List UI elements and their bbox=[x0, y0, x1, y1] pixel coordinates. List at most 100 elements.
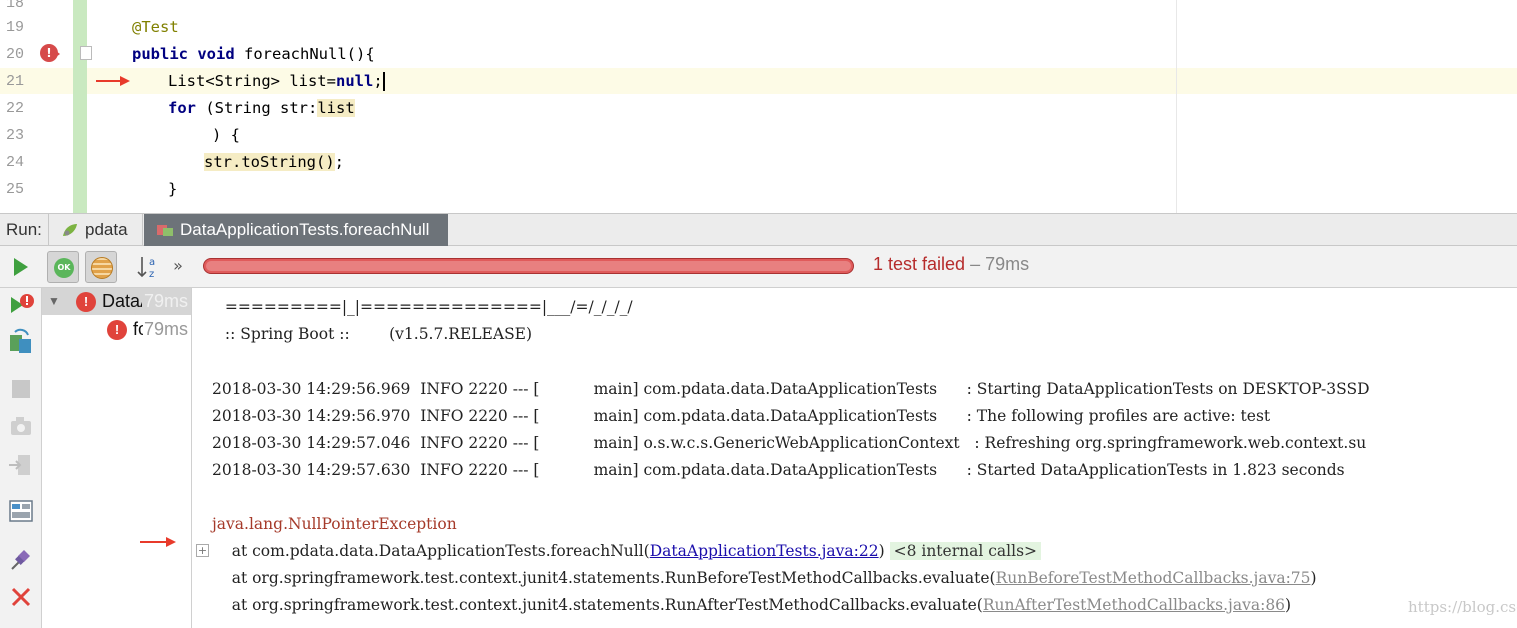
keyword: for bbox=[168, 99, 196, 117]
test-progress-bar bbox=[203, 258, 854, 274]
tree-item-test-class[interactable]: ▼ ! DataApplicationTests 79ms bbox=[42, 288, 191, 315]
line-number: 23 bbox=[6, 127, 25, 144]
line-number: 25 bbox=[6, 181, 25, 198]
tree-item-time: 79ms bbox=[144, 319, 189, 339]
sort-alphabetically-button[interactable]: a z bbox=[134, 251, 166, 283]
red-pointer-arrow-icon bbox=[96, 76, 130, 86]
semicolon: ; bbox=[373, 72, 383, 90]
source-link[interactable]: RunBeforeTestMethodCallbacks.java:75 bbox=[996, 569, 1311, 587]
source-link[interactable]: RunAfterTestMethodCallbacks.java:86 bbox=[983, 596, 1285, 614]
source-link[interactable]: DataApplicationTests.java:22 bbox=[650, 542, 879, 560]
console-banner: =========|_|==============|___/=/_/_/_/ bbox=[220, 298, 633, 316]
test-results-tree: ▼ ! DataApplicationTests 79ms ! foreachN… bbox=[42, 288, 192, 628]
tab-pdata[interactable]: pdata bbox=[48, 214, 143, 246]
highlighted-call: str.toString() bbox=[204, 153, 335, 171]
code-line-19: @Test bbox=[132, 18, 179, 36]
ignored-icon bbox=[91, 257, 113, 279]
keyword: public bbox=[132, 45, 188, 63]
auto-test-icon bbox=[10, 328, 31, 353]
log-line: 2018-03-30 14:29:56.969 INFO 2220 --- [ … bbox=[212, 380, 1370, 398]
show-passed-toggle[interactable]: OK bbox=[47, 251, 79, 283]
run-side-toolbar bbox=[0, 288, 42, 628]
log-line: 2018-03-30 14:29:57.046 INFO 2220 --- [ … bbox=[212, 434, 1367, 452]
stack-frame-suffix: ) bbox=[878, 542, 890, 560]
elapsed-time: – 79ms bbox=[965, 254, 1030, 274]
test-status: 1 test failed – 79ms bbox=[873, 254, 1029, 275]
vcs-change-marker bbox=[73, 0, 87, 213]
stop-icon bbox=[12, 380, 30, 398]
spring-run-icon bbox=[63, 224, 77, 236]
test-runner-toolbar: OK a z » 1 test failed – 79ms bbox=[0, 246, 1517, 288]
line-number-gutter: 18 19 20 21 22 23 24 25 bbox=[0, 0, 40, 213]
code-line-25: } bbox=[168, 180, 178, 198]
semicolon: ; bbox=[334, 153, 344, 171]
code-line-23: ) { bbox=[212, 126, 240, 144]
code-line-20: public void foreachNull(){ bbox=[132, 41, 375, 68]
svg-text:z: z bbox=[149, 269, 154, 280]
toggle-auto-test-button[interactable] bbox=[6, 328, 36, 358]
code-line-24: str.toString(); bbox=[204, 149, 344, 176]
fold-toggle-icon[interactable] bbox=[80, 46, 92, 60]
code-line-21: List<String> list=null; bbox=[168, 68, 385, 95]
stack-frame: at com.pdata.data.DataApplicationTests.f… bbox=[212, 538, 1042, 565]
stack-frame: at org.springframework.test.context.juni… bbox=[212, 592, 1291, 619]
internal-calls-fold[interactable]: <8 internal calls> bbox=[889, 542, 1042, 560]
test-error-icon: ! bbox=[76, 292, 96, 312]
play-icon bbox=[14, 258, 28, 276]
watermark: https://blog.csdn.net/csdn_am bbox=[1408, 598, 1517, 616]
exit-icon bbox=[9, 455, 30, 475]
code-editor[interactable]: 18 19 20 21 22 23 24 25 ! @Test public v… bbox=[0, 0, 1517, 213]
stack-frame-text: at com.pdata.data.DataApplicationTests.f… bbox=[212, 542, 650, 560]
expand-plus-icon[interactable]: + bbox=[196, 544, 209, 557]
dump-threads-button[interactable] bbox=[6, 411, 36, 441]
layout-icon bbox=[9, 500, 33, 522]
run-tool-window-tabs: Run: pdata DataApplicationTests.foreachN… bbox=[0, 213, 1517, 246]
right-margin-guide bbox=[1176, 0, 1177, 213]
exit-button[interactable] bbox=[6, 450, 36, 480]
svg-text:a: a bbox=[149, 257, 155, 268]
red-pointer-arrow-icon bbox=[140, 537, 176, 547]
test-config-icon bbox=[157, 225, 173, 236]
console-banner: :: Spring Boot :: (v1.5.7.RELEASE) bbox=[220, 325, 533, 343]
stack-frame-text: at org.springframework.test.context.juni… bbox=[212, 596, 983, 614]
camera-icon bbox=[11, 417, 31, 435]
console-output[interactable]: =========|_|==============|___/=/_/_/_/ … bbox=[193, 288, 1517, 628]
tab-foreachnull[interactable]: DataApplicationTests.foreachNull bbox=[144, 214, 448, 246]
rerun-button[interactable] bbox=[4, 251, 36, 283]
var-token: list= bbox=[279, 72, 336, 90]
stop-button[interactable] bbox=[6, 374, 36, 404]
stack-frame-suffix: ) bbox=[1285, 596, 1292, 614]
tree-item-test-method[interactable]: ! foreachNull 79ms bbox=[42, 316, 191, 343]
rerun-failed-icon bbox=[11, 294, 34, 313]
log-line: 2018-03-30 14:29:57.630 INFO 2220 --- [ … bbox=[212, 461, 1345, 479]
failed-count: 1 test failed bbox=[873, 254, 966, 274]
tree-item-time: 79ms bbox=[144, 291, 189, 311]
restore-layout-button[interactable] bbox=[6, 496, 36, 526]
line-number: 21 bbox=[6, 73, 25, 90]
keyword: void bbox=[197, 45, 235, 63]
line-number: 19 bbox=[6, 19, 25, 36]
pin-icon bbox=[11, 550, 30, 570]
tab-label: pdata bbox=[85, 220, 128, 239]
stack-frame-text: at org.springframework.test.context.juni… bbox=[212, 569, 996, 587]
method-signature: foreachNull(){ bbox=[244, 45, 375, 63]
show-ignored-toggle[interactable] bbox=[85, 251, 117, 283]
line-number: 20 bbox=[6, 46, 25, 63]
tree-item-label: foreachNull bbox=[133, 319, 143, 339]
pin-tab-button[interactable] bbox=[6, 544, 36, 574]
run-label: Run: bbox=[6, 220, 42, 239]
more-actions-button[interactable]: » bbox=[168, 251, 188, 283]
sort-az-icon: a z bbox=[137, 257, 155, 280]
type-token: List<String> bbox=[168, 72, 280, 90]
stack-frame: at org.springframework.test.context.juni… bbox=[212, 565, 1317, 592]
tab-label: DataApplicationTests.foreachNull bbox=[180, 220, 430, 239]
expand-triangle-icon[interactable]: ▼ bbox=[48, 288, 60, 315]
test-error-icon: ! bbox=[107, 320, 127, 340]
highlighted-variable: list bbox=[317, 99, 355, 117]
ok-icon: OK bbox=[54, 258, 74, 278]
exception-line: java.lang.NullPointerException bbox=[212, 515, 457, 533]
run-arrow-icon bbox=[52, 48, 60, 60]
close-button[interactable] bbox=[6, 582, 36, 612]
tree-item-label: DataApplicationTests bbox=[102, 291, 142, 311]
rerun-failed-button[interactable] bbox=[6, 291, 36, 321]
